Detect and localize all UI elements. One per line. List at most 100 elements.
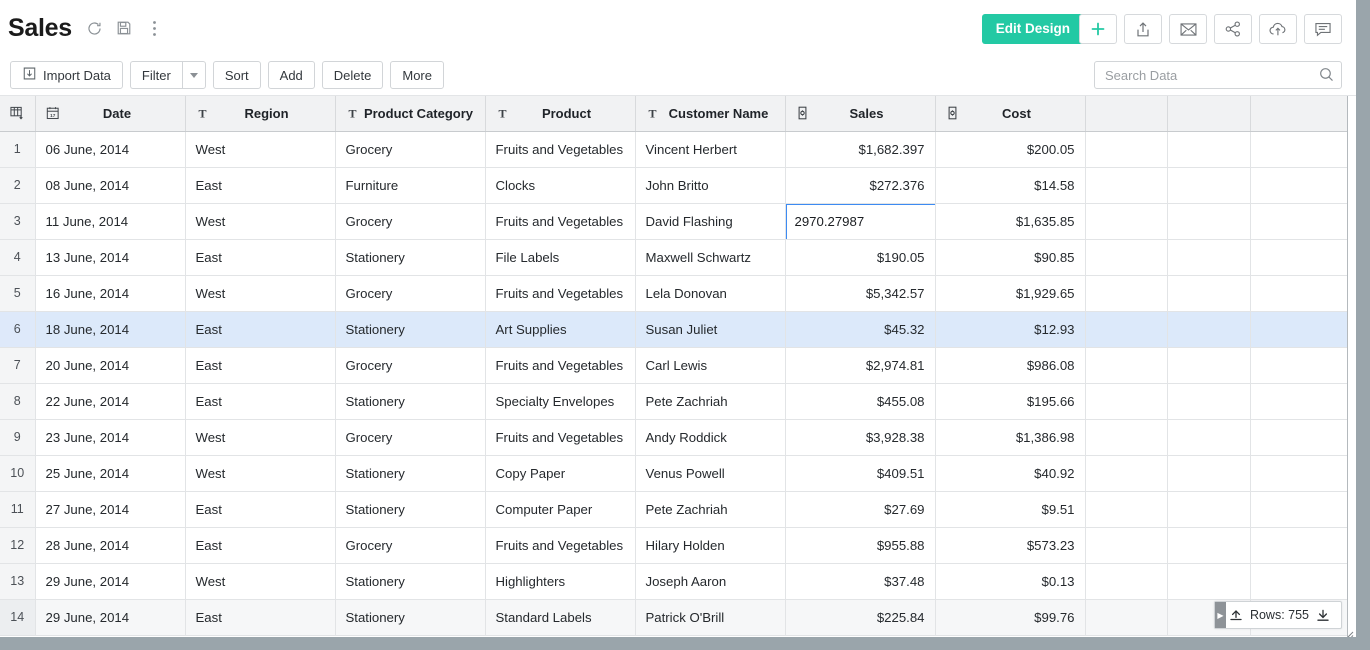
cell-blank[interactable] [1085, 527, 1167, 563]
comment-icon[interactable] [1304, 14, 1342, 44]
cell-cost[interactable]: $1,386.98 [935, 419, 1085, 455]
cell-date[interactable]: 22 June, 2014 [35, 383, 185, 419]
row-number-cell[interactable]: 6 [0, 311, 35, 347]
add-icon[interactable] [1079, 14, 1117, 44]
cell-sales[interactable]: $1,682.397 [785, 131, 935, 167]
cell-date[interactable]: 13 June, 2014 [35, 239, 185, 275]
cell-blank[interactable] [1250, 131, 1347, 167]
cell-date[interactable]: 18 June, 2014 [35, 311, 185, 347]
cell-category[interactable]: Grocery [335, 131, 485, 167]
cell-category[interactable]: Stationery [335, 455, 485, 491]
cell-region[interactable]: East [185, 383, 335, 419]
cell-blank[interactable] [1085, 599, 1167, 635]
cell-cost[interactable]: $1,635.85 [935, 203, 1085, 239]
cell-blank[interactable] [1085, 131, 1167, 167]
cell-sales[interactable]: $37.48 [785, 563, 935, 599]
cell-date[interactable]: 27 June, 2014 [35, 491, 185, 527]
cell-date[interactable]: 29 June, 2014 [35, 599, 185, 635]
cell-region[interactable]: West [185, 455, 335, 491]
delete-button[interactable]: Delete [322, 61, 384, 89]
cell-blank[interactable] [1085, 455, 1167, 491]
column-header-product[interactable]: T Product [485, 96, 635, 131]
column-header-select-all[interactable] [0, 96, 35, 131]
edit-design-button[interactable]: Edit Design [982, 14, 1084, 44]
cell-blank[interactable] [1250, 167, 1347, 203]
cell-cost[interactable]: $99.76 [935, 599, 1085, 635]
cell-blank[interactable] [1250, 311, 1347, 347]
cell-blank[interactable] [1167, 311, 1250, 347]
cell-date[interactable]: 20 June, 2014 [35, 347, 185, 383]
table-row[interactable]: 311 June, 2014WestGroceryFruits and Vege… [0, 203, 1347, 239]
cell-blank[interactable] [1085, 275, 1167, 311]
cell-date[interactable]: 29 June, 2014 [35, 563, 185, 599]
column-header-blank-2[interactable] [1167, 96, 1250, 131]
cell-cost[interactable]: $90.85 [935, 239, 1085, 275]
cell-editor[interactable]: 2970.27987 [785, 203, 935, 239]
column-header-sales[interactable]: Sales [785, 96, 935, 131]
cell-customer[interactable]: Pete Zachriah [635, 383, 785, 419]
filter-dropdown-button[interactable] [182, 61, 206, 89]
more-vertical-icon[interactable] [144, 18, 164, 38]
row-number-cell[interactable]: 13 [0, 563, 35, 599]
cell-category[interactable]: Grocery [335, 203, 485, 239]
cell-cost[interactable]: $986.08 [935, 347, 1085, 383]
row-number-cell[interactable]: 11 [0, 491, 35, 527]
cell-product[interactable]: Fruits and Vegetables [485, 203, 635, 239]
cell-sales[interactable]: $272.376 [785, 167, 935, 203]
cell-blank[interactable] [1250, 455, 1347, 491]
filter-button[interactable]: Filter [130, 61, 182, 89]
cell-sales[interactable]: $190.05 [785, 239, 935, 275]
cell-product[interactable]: File Labels [485, 239, 635, 275]
cell-date[interactable]: 08 June, 2014 [35, 167, 185, 203]
cell-blank[interactable] [1167, 239, 1250, 275]
cell-customer[interactable]: Joseph Aaron [635, 563, 785, 599]
cloud-upload-icon[interactable] [1259, 14, 1297, 44]
cell-region[interactable]: West [185, 275, 335, 311]
cell-blank[interactable] [1085, 491, 1167, 527]
cell-category[interactable]: Furniture [335, 167, 485, 203]
row-number-cell[interactable]: 7 [0, 347, 35, 383]
table-row[interactable]: 208 June, 2014EastFurnitureClocksJohn Br… [0, 167, 1347, 203]
cell-category[interactable]: Stationery [335, 239, 485, 275]
cell-category[interactable]: Grocery [335, 275, 485, 311]
cell-customer[interactable]: John Britto [635, 167, 785, 203]
import-data-button[interactable]: Import Data [10, 61, 123, 89]
cell-region[interactable]: East [185, 167, 335, 203]
cell-sales[interactable]: $5,342.57 [785, 275, 935, 311]
table-row[interactable]: 1429 June, 2014EastStationeryStandard La… [0, 599, 1347, 635]
cell-blank[interactable] [1250, 275, 1347, 311]
cell-region[interactable]: East [185, 527, 335, 563]
cell-blank[interactable] [1167, 563, 1250, 599]
sort-button[interactable]: Sort [213, 61, 261, 89]
cell-cost[interactable]: $14.58 [935, 167, 1085, 203]
cell-cost[interactable]: $9.51 [935, 491, 1085, 527]
table-row[interactable]: 720 June, 2014EastGroceryFruits and Vege… [0, 347, 1347, 383]
search-input[interactable] [1094, 61, 1342, 89]
cell-blank[interactable] [1085, 203, 1167, 239]
cell-cost[interactable]: $0.13 [935, 563, 1085, 599]
cell-product[interactable]: Computer Paper [485, 491, 635, 527]
cell-blank[interactable] [1167, 455, 1250, 491]
row-number-cell[interactable]: 1 [0, 131, 35, 167]
cell-blank[interactable] [1250, 203, 1347, 239]
cell-region[interactable]: East [185, 599, 335, 635]
cell-sales[interactable]: $409.51 [785, 455, 935, 491]
cell-blank[interactable] [1085, 383, 1167, 419]
cell-sales[interactable]: $2,974.81 [785, 347, 935, 383]
cell-blank[interactable] [1085, 167, 1167, 203]
cell-blank[interactable] [1167, 131, 1250, 167]
cell-region[interactable]: East [185, 491, 335, 527]
cell-date[interactable]: 25 June, 2014 [35, 455, 185, 491]
export-icon[interactable] [1124, 14, 1162, 44]
cell-blank[interactable] [1085, 311, 1167, 347]
cell-product[interactable]: Clocks [485, 167, 635, 203]
cell-blank[interactable] [1250, 239, 1347, 275]
table-row[interactable]: 1228 June, 2014EastGroceryFruits and Veg… [0, 527, 1347, 563]
row-number-cell[interactable]: 14 [0, 599, 35, 635]
cell-blank[interactable] [1250, 383, 1347, 419]
cell-blank[interactable] [1250, 527, 1347, 563]
cell-product[interactable]: Art Supplies [485, 311, 635, 347]
cell-region[interactable]: West [185, 131, 335, 167]
cell-product[interactable]: Fruits and Vegetables [485, 419, 635, 455]
row-number-cell[interactable]: 10 [0, 455, 35, 491]
